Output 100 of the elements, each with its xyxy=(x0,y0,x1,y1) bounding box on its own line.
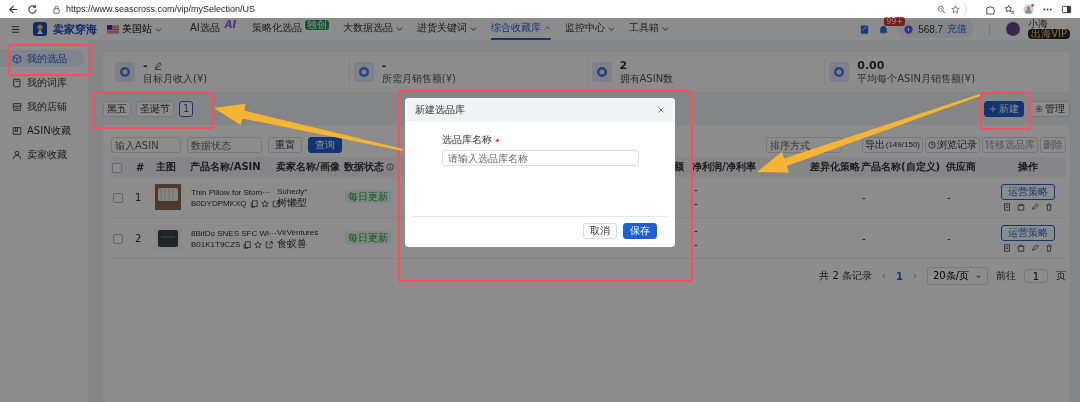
library-tab[interactable]: 圣诞节 xyxy=(136,100,174,117)
product-name[interactable]: Thin Pillow for Stom··· xyxy=(191,188,271,197)
export-button[interactable]: 导出(149/150) xyxy=(861,137,923,153)
nav-item[interactable]: 策略化选品 独创 xyxy=(252,18,330,40)
page-link[interactable]: 1 xyxy=(895,270,903,282)
history-button[interactable]: 浏览记录 xyxy=(925,137,980,153)
caret-icon xyxy=(396,24,404,32)
page-unit: 页 xyxy=(1056,269,1066,283)
nav-item[interactable]: 大数据选品 xyxy=(343,18,404,40)
column-header: 数据状态 xyxy=(344,161,384,172)
sidebar-item[interactable]: 我的店铺 xyxy=(0,98,84,115)
library-name-field[interactable]: 请输入选品库名称 xyxy=(442,150,639,166)
nav-item[interactable]: 综合收藏库 xyxy=(491,18,552,40)
avatar[interactable] xyxy=(1006,22,1021,36)
box-icon[interactable] xyxy=(1017,243,1025,252)
supplier-value: - xyxy=(947,191,951,203)
field-label: 选品库名称 xyxy=(442,133,492,147)
external-link-icon[interactable] xyxy=(265,240,274,249)
manage-button[interactable]: 管理 xyxy=(1030,100,1070,117)
sidebar-icon[interactable] xyxy=(1061,3,1072,15)
photo-placeholder xyxy=(155,184,181,210)
notification-count: 99+ xyxy=(884,16,906,26)
pencil-icon[interactable] xyxy=(153,62,162,70)
profit-value: - xyxy=(694,184,698,195)
sidebar-item[interactable]: 卖家收藏 xyxy=(0,146,84,163)
nav-item[interactable]: 监控中心 xyxy=(565,18,616,40)
document-icon[interactable] xyxy=(1003,202,1011,211)
back-icon[interactable] xyxy=(8,3,19,15)
bell-icon[interactable] xyxy=(878,23,890,35)
site-selector[interactable]: 美国站 xyxy=(103,22,166,36)
trash-icon[interactable] xyxy=(1045,202,1053,211)
profile-icon[interactable] xyxy=(1023,3,1034,15)
product-name[interactable]: 8BitDo SNES SFC Wi··· xyxy=(191,229,277,238)
book-icon xyxy=(12,77,22,88)
search-button[interactable]: 查询 xyxy=(308,137,342,153)
asin-input[interactable]: 输入ASIN xyxy=(111,137,181,153)
star-icon[interactable] xyxy=(951,4,960,14)
sidebar-item[interactable]: 我的选品 xyxy=(0,50,84,67)
box-icon[interactable] xyxy=(1017,202,1025,211)
status-tag: 每日更新 xyxy=(345,190,391,203)
row-number: 1 xyxy=(135,191,142,203)
star-icon[interactable] xyxy=(254,240,263,249)
stat-label: 目标月收入(¥) xyxy=(143,72,208,85)
select-all-checkbox[interactable] xyxy=(112,162,122,173)
document-icon[interactable] xyxy=(1003,243,1011,252)
balance-value: 568.7 xyxy=(918,23,944,35)
caret-icon xyxy=(155,25,162,33)
custom-name-value: - xyxy=(862,232,866,244)
nav-item[interactable]: AI选品 AI xyxy=(190,18,239,40)
nav-item[interactable]: 进货关键词 xyxy=(417,18,478,40)
trash-icon[interactable] xyxy=(1045,243,1053,252)
pencil-icon[interactable] xyxy=(1031,243,1039,252)
nav-badge-label: AI xyxy=(223,20,238,30)
sidebar-item[interactable]: ASIN收藏 xyxy=(0,122,84,139)
row-checkbox[interactable] xyxy=(113,192,123,203)
stat-label: 拥有ASIN数 xyxy=(619,72,674,85)
save-button[interactable]: 保存 xyxy=(623,223,657,239)
page-size-select[interactable]: 20条/页 xyxy=(926,267,988,285)
page-input[interactable]: 1 xyxy=(1024,269,1048,283)
asin-text: B0DYDPMKXQ xyxy=(191,199,247,208)
new-button[interactable]: 新建 xyxy=(984,100,1024,117)
reload-icon[interactable] xyxy=(27,3,38,15)
stat-value: 0.00 xyxy=(857,59,885,73)
nav-item[interactable]: 工具箱 xyxy=(629,18,670,40)
row-number: 2 xyxy=(135,232,142,244)
row-checkbox[interactable] xyxy=(113,233,123,244)
status-select[interactable]: 数据状态 xyxy=(187,137,262,153)
strategy-button[interactable]: 运营策略 xyxy=(1001,183,1055,200)
pencil-icon[interactable] xyxy=(1031,202,1039,211)
seller-persona: 食蚁兽 xyxy=(277,237,307,249)
menu-icon[interactable] xyxy=(10,23,21,35)
column-header: # xyxy=(136,161,145,173)
highlight-frame xyxy=(980,92,1031,130)
library-tab[interactable]: 1 xyxy=(179,100,194,117)
column-header: 额 xyxy=(674,161,684,172)
copy-icon[interactable] xyxy=(243,240,252,249)
reset-button[interactable]: 重置 xyxy=(268,137,302,153)
cancel-button[interactable]: 取消 xyxy=(583,223,617,239)
plus-icon xyxy=(989,104,997,113)
puzzle-icon[interactable] xyxy=(985,3,996,15)
total-count: 共 2 条记录 xyxy=(819,269,872,283)
recharge-link[interactable]: 充值 xyxy=(947,22,968,36)
coin-icon xyxy=(903,23,915,35)
close-icon[interactable] xyxy=(657,105,665,114)
library-tab[interactable]: 黑五 xyxy=(103,100,131,117)
sidebar-item[interactable]: 我的词库 xyxy=(0,74,84,91)
supplier-value: - xyxy=(947,232,951,244)
column-header: 卖家名称/画像 xyxy=(276,161,340,172)
note-icon[interactable] xyxy=(859,23,871,35)
favorites-icon[interactable] xyxy=(1004,3,1015,15)
stat-value: 2 xyxy=(619,59,628,73)
strategy-button[interactable]: 运营策略 xyxy=(1001,224,1055,241)
seller-persona: 树懒型 xyxy=(277,196,307,208)
store-icon xyxy=(12,101,22,112)
person-icon xyxy=(12,149,22,160)
nav-badge-label: 独创 xyxy=(305,20,330,30)
dialog-title: 新建选品库 xyxy=(415,102,465,117)
copy-icon[interactable] xyxy=(249,199,258,208)
star-icon[interactable] xyxy=(260,199,269,208)
zoom-out-icon[interactable] xyxy=(937,4,946,14)
